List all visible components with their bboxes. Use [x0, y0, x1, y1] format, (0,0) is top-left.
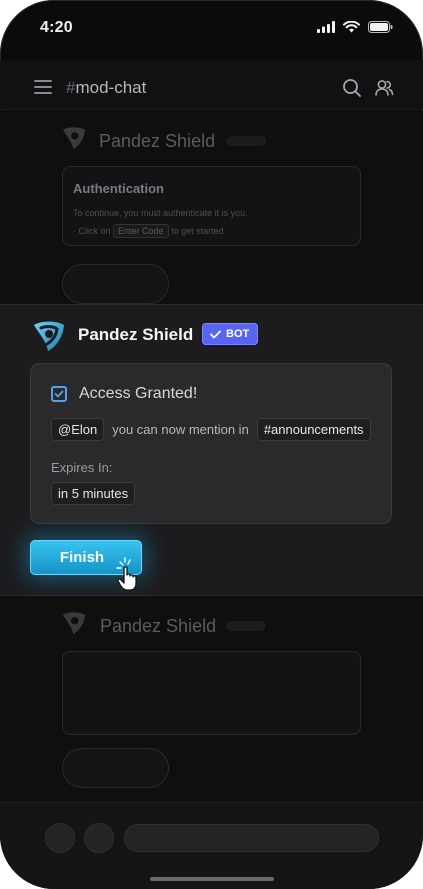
- access-embed: Access Granted! @Elon you can now mentio…: [30, 363, 392, 524]
- phone-frame: 4:20 #mod-chat Pandez Shield Authenticat…: [0, 0, 423, 889]
- ghost-badge: [226, 621, 266, 631]
- ghost-auth-card: Authentication To continue, you must aut…: [62, 166, 361, 246]
- ghost-button: [62, 264, 169, 304]
- ghost-bot-name: Pandez Shield: [99, 131, 216, 151]
- channel-name: #mod-chat: [66, 78, 146, 98]
- wifi-icon: [343, 21, 360, 33]
- ghost-card-line1: To continue, you must authenticate it is…: [73, 208, 248, 218]
- embed-title: Access Granted!: [79, 385, 198, 402]
- ghost-code-tag: Enter Code: [113, 224, 169, 238]
- channel-label: mod-chat: [75, 78, 147, 97]
- mention-text: you can now mention in: [112, 422, 249, 437]
- battery-icon: [368, 21, 393, 33]
- checkmark-icon: [210, 330, 221, 338]
- message-composer: [0, 802, 423, 889]
- bot-avatar-icon: [62, 127, 86, 150]
- bot-badge-label: BOT: [226, 328, 250, 340]
- attach-button[interactable]: [45, 823, 75, 853]
- members-icon[interactable]: [374, 78, 394, 98]
- menu-icon[interactable]: [34, 80, 52, 94]
- mention-row: @Elon you can now mention in #announceme…: [51, 418, 371, 441]
- bot-badge: BOT: [202, 323, 259, 345]
- ghost-message-bottom: Pandez Shield: [0, 596, 423, 802]
- ghost-line2-prefix: Click on: [78, 226, 111, 236]
- ghost-message-top: Pandez Shield Authentication To continue…: [0, 111, 423, 304]
- bot-avatar-icon: [34, 321, 64, 351]
- checkbox-icon: [51, 386, 67, 402]
- status-bar: 4:20: [0, 0, 423, 56]
- channel-header: #mod-chat: [0, 60, 423, 110]
- signal-icon: [317, 21, 335, 33]
- bot-name: Pandez Shield: [78, 325, 194, 344]
- status-icons: [317, 21, 393, 33]
- message-input[interactable]: [124, 824, 379, 852]
- expires-label: Expires In:: [51, 460, 113, 475]
- status-time: 4:20: [40, 19, 73, 36]
- ghost-bot-name: Pandez Shield: [100, 616, 217, 636]
- search-icon[interactable]: [342, 78, 362, 98]
- ghost-card-title: Authentication: [73, 181, 164, 196]
- ghost-button: [62, 748, 169, 788]
- home-indicator[interactable]: [150, 877, 274, 881]
- ghost-line2-suffix: to get started: [171, 226, 224, 236]
- emoji-button[interactable]: [84, 823, 114, 853]
- ghost-badge: [226, 136, 266, 146]
- expires-value: in 5 minutes: [51, 482, 136, 505]
- channel-mention[interactable]: #announcements: [256, 418, 371, 441]
- bot-avatar-icon: [62, 612, 86, 635]
- hand-cursor-icon: [116, 557, 137, 591]
- ghost-card: [62, 651, 361, 735]
- ghost-card-line2: · Click on Enter Code to get started: [73, 224, 224, 238]
- user-mention[interactable]: @Elon: [51, 418, 105, 441]
- bot-message: Pandez Shield BOT Access Granted! @Elon …: [0, 304, 423, 596]
